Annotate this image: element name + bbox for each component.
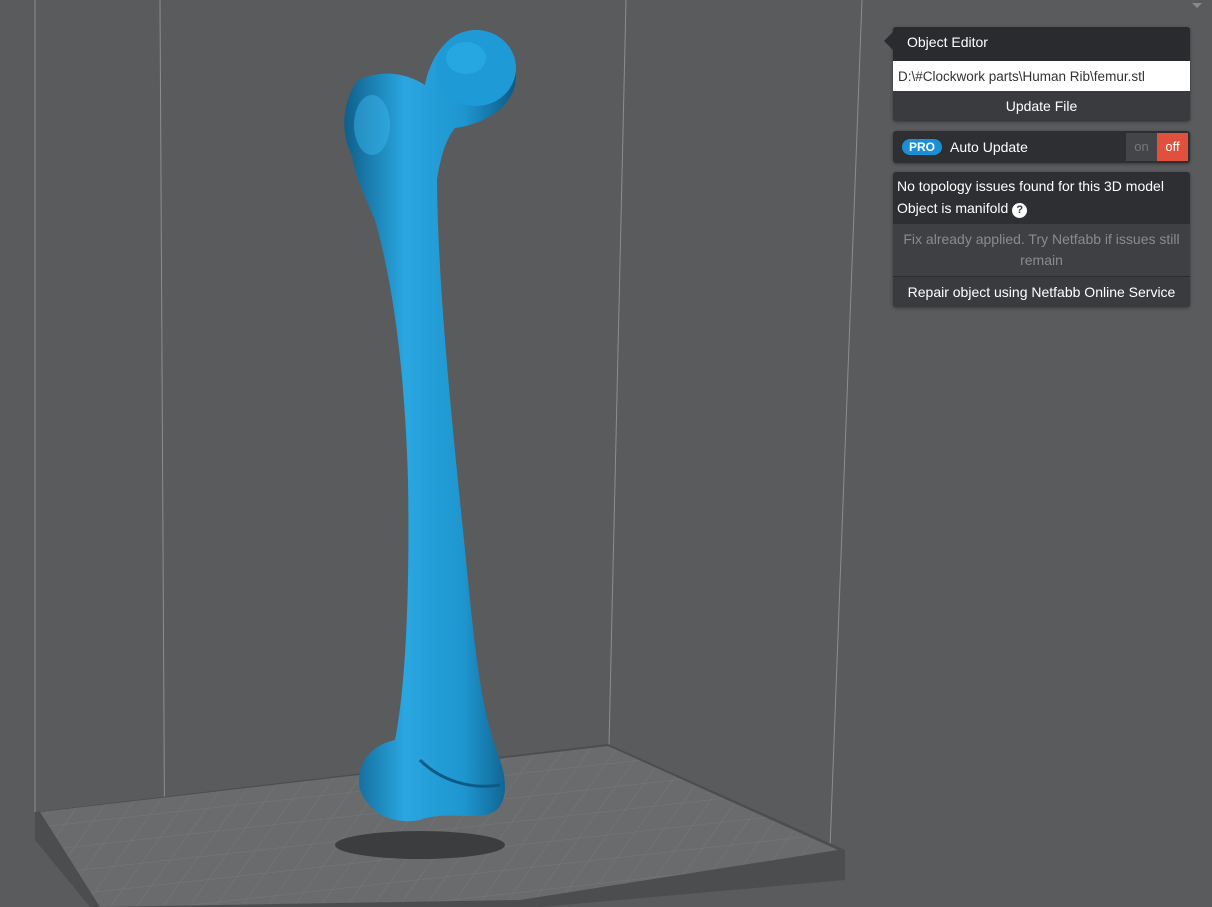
help-icon[interactable]: ? [1012, 203, 1028, 218]
fix-note: Fix already applied. Try Netfabb if issu… [893, 224, 1190, 276]
toggle-off[interactable]: off [1157, 133, 1188, 161]
topology-panel: No topology issues found for this 3D mod… [893, 172, 1190, 307]
auto-update-label: Auto Update [950, 139, 1028, 155]
model-shadow [335, 831, 505, 859]
repair-netfabb-button[interactable]: Repair object using Netfabb Online Servi… [893, 276, 1190, 307]
femur-model[interactable] [344, 30, 516, 822]
update-file-button[interactable]: Update File [893, 91, 1190, 121]
collapse-arrow-icon[interactable] [1192, 3, 1202, 8]
pro-badge: PRO [902, 139, 943, 155]
toggle-on[interactable]: on [1126, 133, 1157, 161]
auto-update-row: PRO Auto Update on off [893, 131, 1190, 163]
topology-status: No topology issues found for this 3D mod… [897, 178, 1164, 194]
object-editor-panel: Object Editor Update File [884, 27, 1190, 121]
manifold-label: Object is manifold [897, 200, 1009, 216]
panel-pointer [884, 32, 893, 50]
file-path-input[interactable] [893, 61, 1190, 91]
panel-title: Object Editor [893, 27, 1190, 61]
auto-update-toggle[interactable]: on off [1126, 133, 1188, 161]
manifold-status: Object is manifold? [893, 197, 1190, 221]
